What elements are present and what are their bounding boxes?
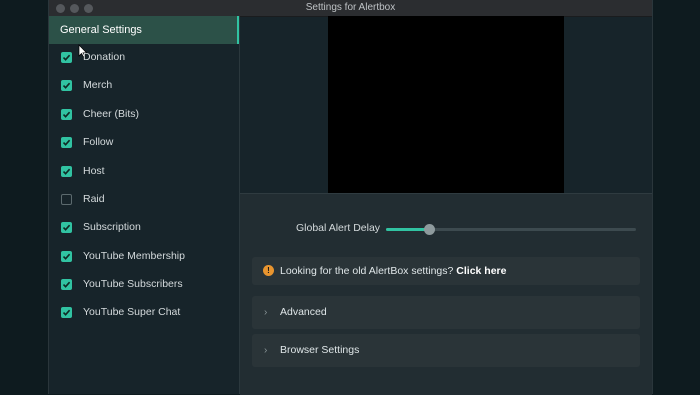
- sidebar-item-label: Subscription: [83, 221, 141, 233]
- old-settings-notice: ! Looking for the old AlertBox settings?…: [252, 257, 640, 285]
- check-icon: [62, 54, 71, 61]
- check-icon: [62, 168, 71, 175]
- main-content: Global Alert Delay ! Looking for the old…: [240, 16, 652, 395]
- advanced-label: Advanced: [280, 306, 327, 318]
- settings-window: Settings for Alertbox General Settings D…: [48, 0, 653, 395]
- sidebar-item-youtube-super-chat[interactable]: YouTube Super Chat: [49, 299, 239, 327]
- browser-settings-accordion[interactable]: › Browser Settings: [252, 334, 640, 367]
- check-icon: [62, 82, 71, 89]
- chevron-right-icon: ›: [264, 345, 268, 356]
- sidebar-item-youtube-membership[interactable]: YouTube Membership: [49, 243, 239, 271]
- window-title: Settings for Alertbox: [305, 2, 396, 13]
- donation-checkbox[interactable]: [61, 52, 72, 63]
- sidebar-item-label: YouTube Subscribers: [83, 278, 183, 290]
- notice-text: Looking for the old AlertBox settings? C…: [280, 265, 506, 277]
- merch-checkbox[interactable]: [61, 80, 72, 91]
- info-icon: !: [263, 265, 274, 276]
- youtube-super-chat-checkbox[interactable]: [61, 307, 72, 318]
- check-icon: [62, 309, 71, 316]
- host-checkbox[interactable]: [61, 166, 72, 177]
- click-here-link[interactable]: Click here: [456, 265, 506, 277]
- sidebar-item-label: Merch: [83, 79, 113, 91]
- check-icon: [62, 139, 71, 146]
- check-icon: [62, 253, 71, 260]
- sidebar-item-label: Host: [83, 165, 105, 177]
- global-alert-delay-slider[interactable]: [386, 224, 636, 235]
- slider-handle[interactable]: [423, 224, 435, 235]
- sidebar-item-label: YouTube Membership: [83, 250, 185, 262]
- raid-checkbox[interactable]: [61, 194, 72, 205]
- sidebar: General Settings Donation Merch Cheer (B…: [49, 16, 240, 394]
- check-icon: [62, 281, 71, 288]
- sidebar-item-raid[interactable]: Raid: [49, 186, 239, 214]
- settings-panel: Global Alert Delay ! Looking for the old…: [240, 193, 652, 395]
- advanced-accordion[interactable]: › Advanced: [252, 296, 640, 329]
- chevron-right-icon: ›: [264, 307, 268, 318]
- notice-message: Looking for the old AlertBox settings?: [280, 265, 454, 277]
- global-alert-delay-label: Global Alert Delay: [296, 222, 381, 234]
- sidebar-item-label: Cheer (Bits): [83, 108, 140, 120]
- sidebar-item-youtube-subscribers[interactable]: YouTube Subscribers: [49, 271, 239, 299]
- slider-fill: [386, 228, 429, 231]
- subscription-checkbox[interactable]: [61, 222, 72, 233]
- sidebar-item-label: Donation: [83, 51, 126, 63]
- sidebar-item-subscription[interactable]: Subscription: [49, 214, 239, 242]
- check-icon: [62, 224, 71, 231]
- youtube-membership-checkbox[interactable]: [61, 251, 72, 262]
- sidebar-item-label: Follow: [83, 136, 114, 148]
- sidebar-item-merch[interactable]: Merch: [49, 72, 239, 100]
- sidebar-item-follow[interactable]: Follow: [49, 129, 239, 157]
- sidebar-item-general-settings[interactable]: General Settings: [49, 16, 239, 44]
- check-icon: [62, 111, 71, 118]
- sidebar-item-donation[interactable]: Donation: [49, 44, 239, 72]
- follow-checkbox[interactable]: [61, 137, 72, 148]
- sidebar-item-label: Raid: [83, 193, 105, 205]
- alert-preview: [328, 16, 564, 193]
- cheer-checkbox[interactable]: [61, 109, 72, 120]
- sidebar-item-host[interactable]: Host: [49, 158, 239, 186]
- title-bar: Settings for Alertbox: [49, 0, 652, 17]
- sidebar-item-label: YouTube Super Chat: [83, 306, 181, 318]
- youtube-subscribers-checkbox[interactable]: [61, 279, 72, 290]
- browser-settings-label: Browser Settings: [280, 344, 360, 356]
- sidebar-item-cheer[interactable]: Cheer (Bits): [49, 101, 239, 129]
